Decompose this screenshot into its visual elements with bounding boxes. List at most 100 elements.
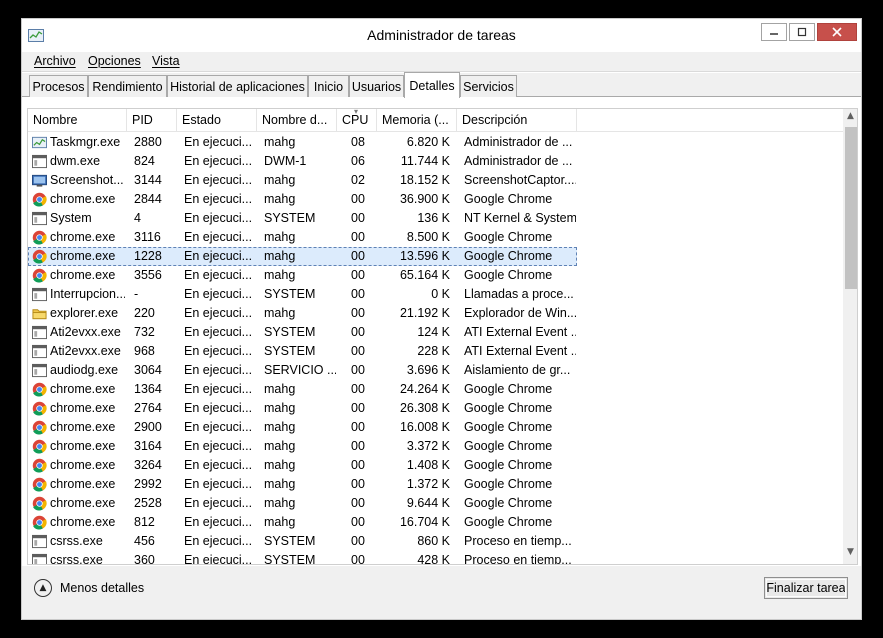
column-header-usuario[interactable]: Nombre d... (257, 109, 337, 132)
table-row[interactable]: Ati2evxx.exe 968 En ejecuci... SYSTEM 00 228 … (28, 342, 843, 361)
cell-pid: 1364 (134, 382, 162, 396)
cell-memory: 13.596 K (399, 249, 450, 263)
window-icon (32, 211, 47, 226)
cell-memory: 36.900 K (399, 192, 450, 206)
cell-memory: 6.820 K (406, 135, 450, 149)
scroll-down-icon[interactable]: ▼ (843, 547, 857, 561)
table-row[interactable]: chrome.exe 812 En ejecuci... mahg 00 16.704 K… (28, 513, 843, 532)
minimize-button[interactable] (761, 23, 787, 41)
column-header-descripcion[interactable]: Descripción (457, 109, 577, 132)
cell-description: Google Chrome (464, 439, 553, 453)
cell-estado: En ejecuci... (184, 325, 253, 339)
cell-description: Aislamiento de gr... (464, 363, 571, 377)
column-header-nombre[interactable]: Nombre (28, 109, 127, 132)
cell-cpu: 00 (351, 268, 365, 282)
close-button[interactable] (817, 23, 857, 41)
cell-user: mahg (264, 382, 296, 396)
cell-estado: En ejecuci... (184, 496, 253, 510)
process-list: Taskmgr.exe 2880 En ejecuci... mahg 08 6.820 … (28, 133, 843, 564)
menu-opciones[interactable]: Opciones (88, 54, 141, 68)
cell-description: ATI External Event ... (464, 325, 576, 339)
cell-pid: 4 (134, 211, 141, 225)
cell-user: mahg (264, 230, 296, 244)
cell-user: SYSTEM (264, 344, 316, 358)
table-row[interactable]: chrome.exe 2528 En ejecuci... mahg 00 9.644 K… (28, 494, 843, 513)
table-row[interactable]: Taskmgr.exe 2880 En ejecuci... mahg 08 6.820 … (28, 133, 843, 152)
table-row[interactable]: csrss.exe 456 En ejecuci... SYSTEM 00 860 K Pr… (28, 532, 843, 551)
cell-cpu: 00 (351, 534, 365, 548)
column-header-pid[interactable]: PID (127, 109, 177, 132)
cell-estado: En ejecuci... (184, 154, 253, 168)
cell-memory: 228 K (417, 344, 450, 358)
cell-name: chrome.exe (50, 477, 116, 491)
tab-procesos[interactable]: Procesos (29, 75, 88, 97)
cell-estado: En ejecuci... (184, 344, 253, 358)
table-row[interactable]: dwm.exe 824 En ejecuci... DWM-1 06 11.744 K Ad… (28, 152, 843, 171)
tab-historial[interactable]: Historial de aplicaciones (167, 75, 308, 97)
cell-memory: 11.744 K (400, 154, 450, 168)
menu-vista[interactable]: Vista (152, 54, 180, 68)
chrome-icon (32, 382, 47, 397)
window-icon (32, 325, 47, 340)
cell-memory: 65.164 K (399, 268, 450, 282)
cell-user: mahg (264, 192, 296, 206)
cell-user: mahg (264, 458, 296, 472)
table-row[interactable]: System 4 En ejecuci... SYSTEM 00 136 K NT Kern… (28, 209, 843, 228)
tab-rendimiento[interactable]: Rendimiento (88, 75, 167, 97)
title-bar[interactable]: Administrador de tareas (22, 19, 861, 51)
maximize-button[interactable] (789, 23, 815, 41)
tab-usuarios[interactable]: Usuarios (349, 75, 404, 97)
table-row[interactable]: chrome.exe 2992 En ejecuci... mahg 00 1.372 K… (28, 475, 843, 494)
table-row[interactable]: chrome.exe 2844 En ejecuci... mahg 00 36.900 … (28, 190, 843, 209)
cell-description: Google Chrome (464, 420, 553, 434)
cell-pid: 732 (134, 325, 155, 339)
cell-pid: 220 (134, 306, 155, 320)
cell-description: Explorador de Win... (464, 306, 576, 320)
maximize-icon (797, 27, 807, 37)
menu-archivo[interactable]: Archivo (34, 54, 76, 68)
vertical-scrollbar[interactable]: ▲ ▼ (843, 109, 857, 564)
tab-detalles[interactable]: Detalles (404, 72, 460, 98)
scroll-thumb[interactable] (845, 127, 857, 289)
cell-name: Interrupcion... (50, 287, 125, 301)
details-table: Nombre PID Estado Nombre d... CPU Memori… (27, 108, 858, 565)
table-row[interactable]: chrome.exe 3116 En ejecuci... mahg 00 8.500 K… (28, 228, 843, 247)
table-row[interactable]: chrome.exe 1364 En ejecuci... mahg 00 24.264 … (28, 380, 843, 399)
table-row[interactable]: Ati2evxx.exe 732 En ejecuci... SYSTEM 00 124 … (28, 323, 843, 342)
table-row[interactable]: Interrupcion... - En ejecuci... SYSTEM 00 0 K… (28, 285, 843, 304)
table-row[interactable]: chrome.exe 3164 En ejecuci... mahg 00 3.372 K… (28, 437, 843, 456)
table-row[interactable]: chrome.exe 3264 En ejecuci... mahg 00 1.408 K… (28, 456, 843, 475)
tab-inicio[interactable]: Inicio (308, 75, 349, 97)
task-manager-window: Administrador de tareas Archivo Opciones… (21, 18, 862, 620)
table-row[interactable]: chrome.exe 2900 En ejecuci... mahg 00 16.008 … (28, 418, 843, 437)
cell-memory: 3.372 K (406, 439, 450, 453)
fewer-details-button[interactable]: ▲ Menos detalles (34, 579, 144, 597)
cell-cpu: 00 (351, 363, 365, 377)
table-row[interactable]: explorer.exe 220 En ejecuci... mahg 00 21.192… (28, 304, 843, 323)
table-row[interactable]: chrome.exe 1228 En ejecuci... mahg 00 13.596 … (28, 247, 577, 266)
cell-estado: En ejecuci... (184, 173, 253, 187)
cell-user: mahg (264, 268, 296, 282)
table-row[interactable]: Screenshot... 3144 En ejecuci... mahg 02 18.1… (28, 171, 843, 190)
cell-cpu: 00 (351, 515, 365, 529)
cell-cpu: 00 (351, 344, 365, 358)
cell-pid: 3264 (134, 458, 162, 472)
column-header-memoria[interactable]: Memoria (... (377, 109, 457, 132)
window-icon (32, 553, 47, 564)
end-task-button[interactable]: Finalizar tarea (764, 577, 848, 599)
cell-cpu: 00 (351, 401, 365, 415)
cell-memory: 860 K (417, 534, 450, 548)
table-row[interactable]: csrss.exe 360 En ejecuci... SYSTEM 00 428 K Pr… (28, 551, 843, 564)
cell-description: Google Chrome (464, 192, 553, 206)
cell-memory: 16.008 K (399, 420, 450, 434)
cell-cpu: 00 (351, 211, 365, 225)
cell-estado: En ejecuci... (184, 249, 253, 263)
table-row[interactable]: audiodg.exe 3064 En ejecuci... SERVICIO ...… (28, 361, 843, 380)
cell-cpu: 00 (351, 249, 365, 263)
table-row[interactable]: chrome.exe 3556 En ejecuci... mahg 00 65.164 … (28, 266, 843, 285)
tab-servicios[interactable]: Servicios (460, 75, 517, 97)
column-header-estado[interactable]: Estado (177, 109, 257, 132)
table-row[interactable]: chrome.exe 2764 En ejecuci... mahg 00 26.308 … (28, 399, 843, 418)
scroll-up-icon[interactable]: ▲ (843, 111, 857, 125)
chrome-icon (32, 515, 47, 530)
